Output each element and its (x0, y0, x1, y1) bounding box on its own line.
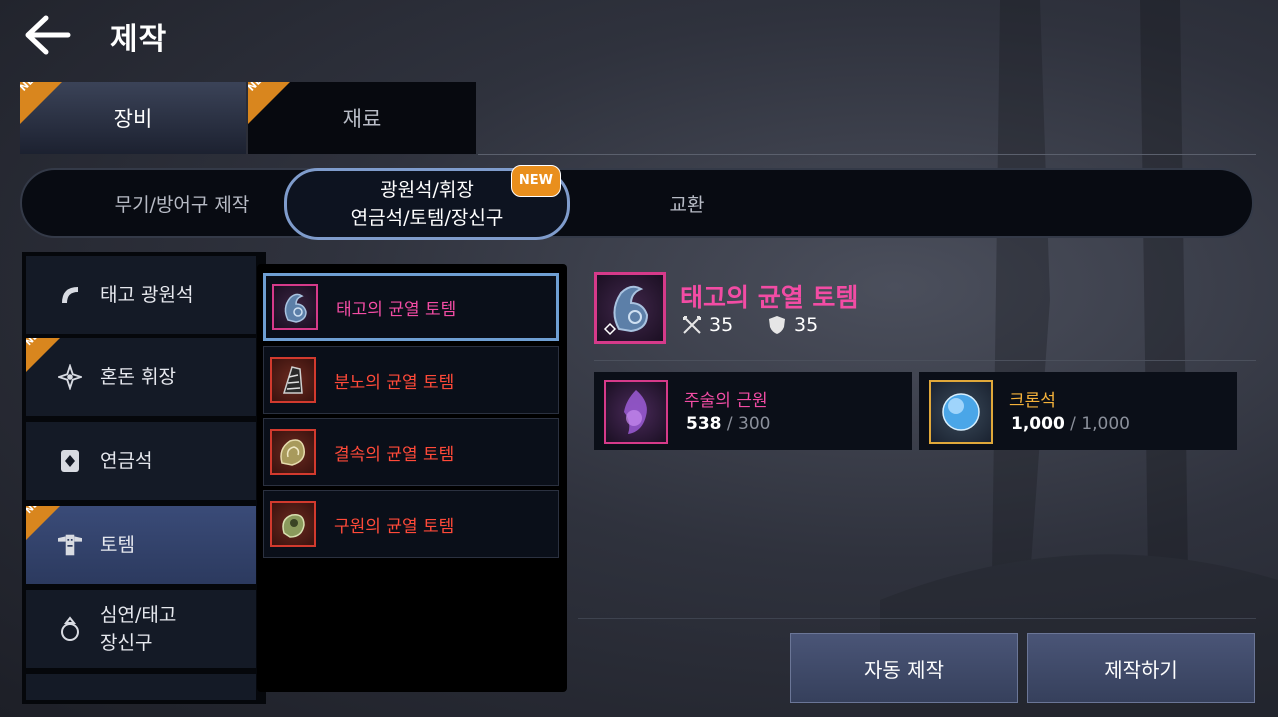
tab-materials[interactable]: NEW 재료 (248, 82, 476, 154)
category-chaos-emblem[interactable]: NEW 혼돈 휘장 (26, 338, 256, 418)
category-alchemy-stone[interactable]: 연금석 (26, 422, 256, 502)
item-name: 결속의 균열 토템 (334, 444, 455, 465)
new-badge: NEW (510, 165, 561, 197)
list-item[interactable]: 구원의 균열 토템 (263, 490, 559, 558)
category-more[interactable] (26, 674, 256, 702)
defense-value: 35 (794, 314, 819, 336)
emblem-icon (58, 364, 82, 390)
subtab-label: 교환 (669, 193, 705, 216)
bottom-divider (578, 618, 1256, 619)
selected-item-name: 태고의 균열 토템 (680, 283, 859, 312)
totem-icon (58, 533, 82, 557)
subtab-exchange[interactable]: 교환 (582, 170, 792, 236)
top-bar: 제작 (0, 0, 1278, 70)
category-label: 토템 (100, 534, 135, 556)
cron-stone-icon (929, 380, 993, 444)
subtab-label: 무기/방어구 제작 (114, 193, 250, 216)
category-list: 태고 광원석 NEW 혼돈 휘장 연금석 NEW 토템 심연/태고 장신구 (22, 252, 266, 704)
tab-materials-label: 재료 (342, 107, 382, 131)
tab-equipment-label: 장비 (113, 107, 153, 131)
new-badge: NEW (26, 506, 60, 540)
material-count: 1,000 / 1,000 (1011, 414, 1130, 434)
category-label-line2: 장신구 (100, 632, 153, 654)
category-label: 혼돈 휘장 (100, 366, 176, 388)
attack-stat: 35 (682, 314, 733, 336)
list-item[interactable]: 태고의 균열 토템 (263, 273, 559, 341)
alchemy-stone-icon (58, 449, 82, 473)
category-label-line1: 심연/태고 (100, 604, 177, 626)
tab-equipment[interactable]: NEW 장비 (20, 82, 246, 154)
ring-icon (58, 616, 82, 641)
selected-item-icon (594, 272, 666, 344)
background-scenery (880, 0, 1278, 717)
item-name: 분노의 균열 토템 (334, 372, 455, 393)
material-have: 1,000 (1011, 414, 1065, 434)
category-label: 심연/태고 장신구 (100, 601, 176, 657)
material-slot[interactable]: 주술의 근원 538 / 300 (594, 372, 912, 450)
subtab-label-line1: 광원석/휘장 (380, 179, 474, 201)
material-have: 538 (686, 414, 722, 434)
material-count: 538 / 300 (686, 414, 771, 434)
defense-stat: 35 (768, 314, 818, 336)
item-name: 태고의 균열 토템 (336, 299, 457, 320)
new-badge: NEW (248, 82, 290, 124)
category-ancient-lightstone[interactable]: 태고 광원석 (26, 256, 256, 336)
category-totem[interactable]: NEW 토템 (26, 506, 256, 586)
material-need: 1,000 (1081, 414, 1130, 434)
attack-value: 35 (709, 314, 734, 336)
subtab-lightstone-totem[interactable]: 광원석/휘장 연금석/토템/장신구 NEW (284, 165, 570, 240)
subtab-label: 광원석/휘장 연금석/토템/장신구 (351, 176, 504, 232)
material-separator: / (1064, 414, 1082, 434)
crossed-swords-icon (683, 316, 701, 334)
tab-divider (478, 154, 1256, 155)
list-item[interactable]: 결속의 균열 토템 (263, 418, 559, 486)
subtab-weapon-armor[interactable]: 무기/방어구 제작 (62, 170, 302, 236)
category-accessory[interactable]: 심연/태고 장신구 (26, 590, 256, 670)
back-arrow-icon[interactable] (24, 14, 72, 56)
crescent-icon (58, 283, 82, 307)
material-name: 크론석 (1009, 391, 1056, 411)
material-separator: / (721, 414, 739, 434)
material-name: 주술의 근원 (684, 391, 768, 411)
curse-source-icon (604, 380, 668, 444)
totem-item-icon (270, 501, 316, 547)
list-item[interactable]: 분노의 균열 토템 (263, 346, 559, 414)
page-title: 제작 (110, 22, 168, 57)
new-badge: NEW (26, 338, 60, 372)
auto-craft-button[interactable]: 자동 제작 (790, 633, 1018, 703)
category-label: 태고 광원석 (100, 284, 194, 306)
subtab-bar: 무기/방어구 제작 광원석/휘장 연금석/토템/장신구 NEW 교환 (20, 165, 1254, 240)
totem-item-icon (270, 429, 316, 475)
item-name: 구원의 균열 토템 (334, 516, 455, 537)
subtab-label-line2: 연금석/토템/장신구 (350, 207, 504, 229)
totem-item-icon (270, 357, 316, 403)
material-need: 300 (738, 414, 771, 434)
material-slot[interactable]: 크론석 1,000 / 1,000 (919, 372, 1237, 450)
category-label: 연금석 (100, 450, 153, 472)
new-badge: NEW (20, 82, 62, 124)
shield-icon (769, 316, 785, 334)
item-list: 태고의 균열 토템 분노의 균열 토템 결속의 균열 토템 구원의 균열 토템 (257, 264, 567, 692)
totem-item-icon (272, 284, 318, 330)
detail-divider (594, 360, 1256, 361)
craft-button[interactable]: 제작하기 (1027, 633, 1255, 703)
